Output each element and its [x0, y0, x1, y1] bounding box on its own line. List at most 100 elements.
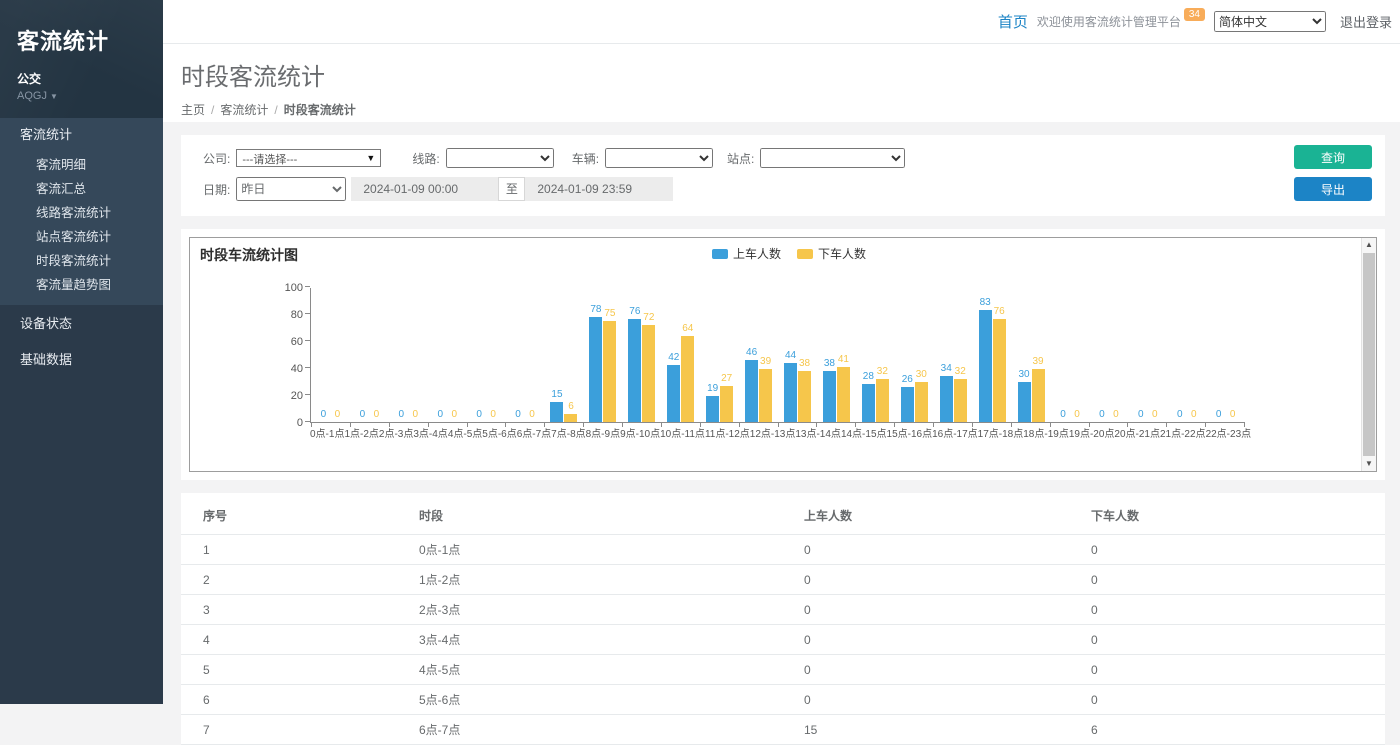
vehicle-select[interactable] [605, 148, 713, 168]
bar-value-label: 64 [682, 324, 693, 334]
export-button[interactable]: 导出 [1294, 177, 1372, 201]
bar [603, 321, 616, 422]
sidebar-item-passenger-stats[interactable]: 客流统计 [0, 118, 163, 151]
bar-group: 00 [1167, 288, 1206, 422]
user-dropdown[interactable]: AQGJ▼ [17, 90, 163, 102]
bar [993, 319, 1006, 422]
bar-column: 76 [628, 307, 641, 422]
bar-column: 27 [720, 374, 733, 422]
app-title: 客流统计 [17, 24, 163, 56]
bar [979, 310, 992, 422]
vehicle-label: 车辆: [572, 150, 599, 167]
x-axis-label: 14点-15点 [841, 430, 887, 440]
bar-value-label: 78 [590, 305, 601, 315]
bar-value-label: 0 [476, 410, 482, 420]
bar [901, 387, 914, 422]
sidebar-item-base-data[interactable]: 基础数据 [0, 343, 163, 377]
sidebar-subitem[interactable]: 线路客流统计 [0, 201, 163, 225]
sidebar-subitem[interactable]: 时段客流统计 [0, 249, 163, 273]
x-axis-tick [1127, 423, 1128, 427]
x-axis-label: 5点-6点 [482, 430, 516, 440]
sidebar-subitem[interactable]: 客流汇总 [0, 177, 163, 201]
line-select[interactable] [446, 148, 554, 168]
table-cell: 5 [181, 655, 411, 685]
bar-value-label: 0 [1060, 410, 1066, 420]
bar-group: 00 [1051, 288, 1090, 422]
breadcrumb-home[interactable]: 主页 [181, 103, 205, 117]
y-axis-label: 40 [265, 363, 303, 375]
bar-value-label: 38 [799, 359, 810, 369]
table-cell: 0 [1083, 595, 1385, 625]
welcome-text: 欢迎使用客流统计管理平台 [1037, 13, 1181, 30]
station-label: 站点: [727, 150, 754, 167]
legend-item[interactable]: 下车人数 [797, 245, 866, 262]
x-axis-label: 1点-2点 [344, 430, 378, 440]
sidebar-subitem[interactable]: 客流量趋势图 [0, 273, 163, 297]
bar-value-label: 0 [1177, 410, 1183, 420]
bar-group: 1927 [700, 288, 739, 422]
legend-item[interactable]: 上车人数 [712, 245, 781, 262]
x-axis-label: 11点-12点 [705, 430, 750, 440]
sidebar-subitem[interactable]: 客流明细 [0, 153, 163, 177]
bar-column: 76 [993, 307, 1006, 422]
table-row: 43点-4点00 [181, 625, 1385, 655]
home-link[interactable]: 首页 [998, 11, 1028, 32]
y-axis-tick [305, 340, 310, 341]
date-to-input[interactable] [525, 177, 673, 201]
bar-column: 15 [550, 390, 563, 422]
sidebar: 客流统计 公交 AQGJ▼ 客流统计 客流明细客流汇总线路客流统计站点客流统计时… [0, 0, 163, 704]
bar-column: 0 [1148, 410, 1161, 422]
bar-value-label: 0 [1138, 410, 1144, 420]
query-button[interactable]: 查询 [1294, 145, 1372, 169]
logout-link[interactable]: 退出登录 [1340, 12, 1392, 31]
breadcrumb-passenger-stats[interactable]: 客流统计 [220, 103, 268, 117]
col-header-index: 序号 [181, 493, 411, 535]
date-from-input[interactable] [351, 177, 498, 201]
table-row: 76点-7点156 [181, 715, 1385, 745]
y-axis-tick [305, 313, 310, 314]
bar-value-label: 0 [1191, 410, 1197, 420]
bar-group: 4264 [661, 288, 700, 422]
x-axis-labels: 0点-1点1点-2点2点-3点3点-4点4点-5点5点-6点6点-7点7点-8点… [310, 430, 1245, 440]
x-axis-tick [1205, 423, 1206, 427]
company-select[interactable]: ---请选择--- ▼ [236, 149, 381, 167]
bar [1018, 382, 1031, 423]
scroll-down-arrow[interactable]: ▼ [1362, 457, 1376, 471]
page-heading: 时段客流统计 主页/客流统计/时段客流统计 [163, 44, 1400, 122]
filter-panel: 公司: ---请选择--- ▼ 线路: 车辆: 站点: 日期: 昨日 至 查询 [181, 135, 1385, 216]
x-axis-tick [544, 423, 545, 427]
legend-label: 下车人数 [818, 245, 866, 262]
x-axis-tick [1050, 423, 1051, 427]
scroll-thumb[interactable] [1363, 253, 1375, 456]
scroll-up-arrow[interactable]: ▲ [1362, 238, 1376, 252]
date-preset-select[interactable]: 昨日 [236, 177, 346, 201]
bar-value-label: 0 [413, 410, 419, 420]
x-axis-label: 0点-1点 [310, 430, 344, 440]
chart-box: 时段车流统计图 上车人数下车人数 00000000000015678757672… [189, 237, 1377, 472]
x-axis-label: 15点-16点 [887, 430, 933, 440]
chart-scrollbar: ▲ ▼ [1361, 238, 1376, 471]
bar-column: 41 [837, 355, 850, 422]
bar-value-label: 39 [760, 357, 771, 367]
chevron-down-icon: ▼ [366, 153, 375, 163]
x-axis-label: 4点-5点 [448, 430, 482, 440]
bar-group: 3432 [934, 288, 973, 422]
language-select[interactable]: 简体中文 [1214, 11, 1326, 32]
sidebar-item-device-status[interactable]: 设备状态 [0, 307, 163, 341]
table-cell: 15 [796, 715, 1083, 745]
bar-column: 0 [356, 410, 369, 422]
bar [759, 369, 772, 422]
x-axis-tick [739, 423, 740, 427]
x-axis-label: 18点-19点 [1023, 430, 1069, 440]
bar-column: 0 [409, 410, 422, 422]
bar-value-label: 0 [374, 410, 380, 420]
table-row: 32点-3点00 [181, 595, 1385, 625]
x-axis-label: 9点-10点 [620, 430, 660, 440]
sidebar-subitem[interactable]: 站点客流统计 [0, 225, 163, 249]
notification-badge: 34 [1184, 8, 1205, 21]
bar-column: 32 [876, 367, 889, 422]
x-axis-tick [933, 423, 934, 427]
bar-column: 0 [526, 410, 539, 422]
table-cell: 3 [181, 595, 411, 625]
station-select[interactable] [760, 148, 905, 168]
